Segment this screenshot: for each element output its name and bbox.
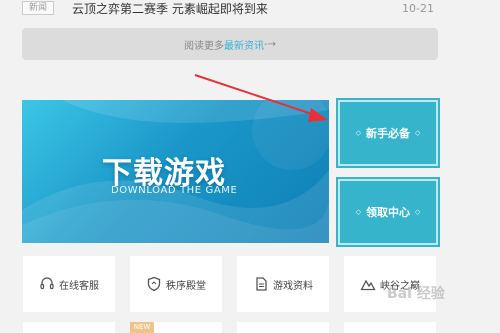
read-more-accent: 最新资讯	[224, 40, 264, 52]
tile-row2-1[interactable]	[23, 322, 115, 333]
diamond-bullet-icon: ◇	[355, 129, 361, 137]
news-date: 10-21	[402, 1, 434, 15]
diamond-bullet-icon: ◇	[415, 208, 421, 216]
shield-icon	[147, 276, 161, 292]
new-badge: NEW	[130, 322, 154, 333]
claim-center-button[interactable]: ◇ 领取中心 ◇	[336, 177, 440, 247]
headset-icon	[40, 277, 54, 290]
game-info-label: 游戏资料	[273, 280, 313, 292]
online-support-tile[interactable]: 在线客服	[23, 256, 115, 312]
arrow-right-icon: -→	[264, 38, 276, 50]
newbie-essentials-label: 新手必备	[366, 127, 410, 140]
tile-row2-3[interactable]	[237, 322, 329, 333]
claim-center-label: 领取中心	[366, 206, 410, 219]
tile-row2-4[interactable]	[344, 322, 436, 333]
read-more-button[interactable]: 阅读更多 最新资讯 -→	[22, 28, 438, 60]
newbie-essentials-button[interactable]: ◇ 新手必备 ◇	[336, 98, 440, 168]
news-title[interactable]: 云顶之弈第二赛季 元素崛起即将到来	[72, 0, 402, 17]
diamond-bullet-icon: ◇	[355, 208, 361, 216]
read-more-prefix: 阅读更多	[184, 40, 224, 52]
baidu-jingyan-watermark: Bai 经验	[387, 286, 445, 302]
download-game-banner[interactable]: 下载游戏 DOWNLOAD THE GAME	[22, 100, 329, 243]
order-hall-label: 秩序殿堂	[166, 280, 206, 292]
online-support-label: 在线客服	[59, 280, 99, 292]
news-item[interactable]: 新闻 云顶之弈第二赛季 元素崛起即将到来 10-21	[22, 0, 440, 16]
mountain-icon	[360, 279, 376, 291]
document-icon	[256, 277, 267, 291]
banner-subtitle: DOWNLOAD THE GAME	[111, 185, 238, 196]
order-hall-tile[interactable]: 秩序殿堂	[130, 256, 222, 312]
diamond-bullet-icon: ◇	[415, 129, 421, 137]
news-tag-badge: 新闻	[22, 1, 54, 15]
game-info-tile[interactable]: 游戏资料	[237, 256, 329, 312]
